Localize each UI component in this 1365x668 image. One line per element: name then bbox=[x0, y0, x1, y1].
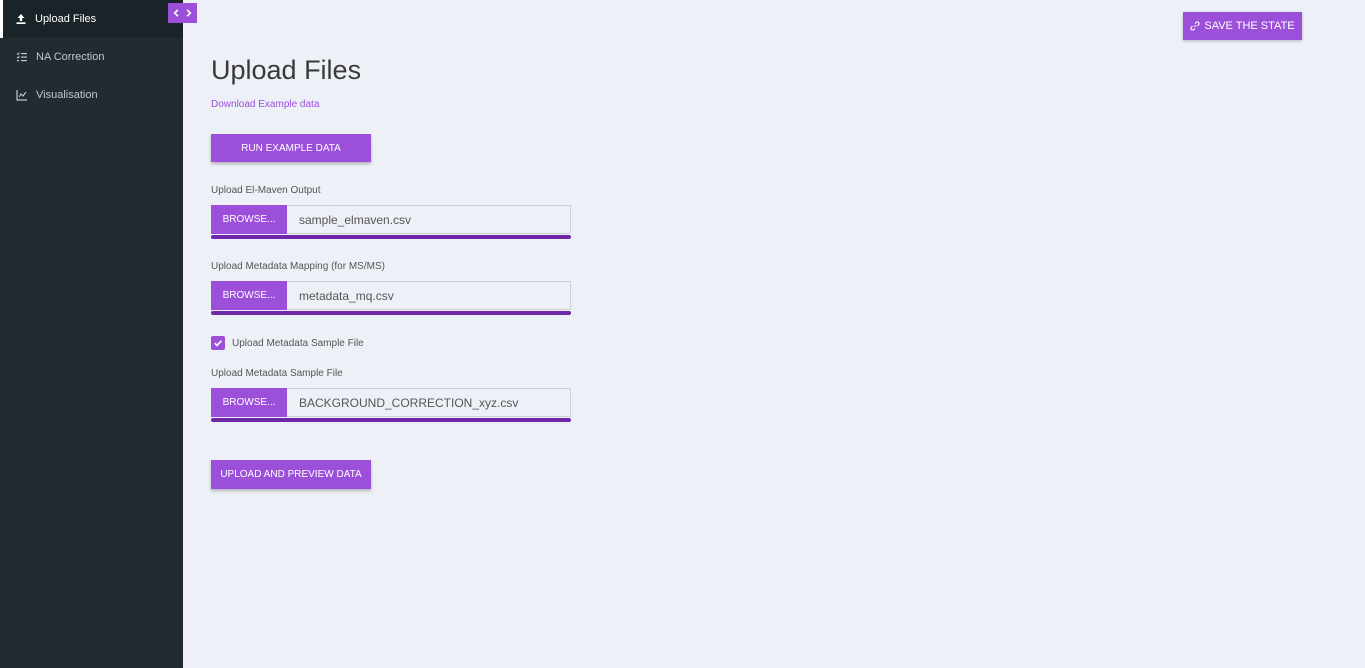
upload-icon bbox=[15, 13, 27, 25]
sidebar-item-label: NA Correction bbox=[36, 51, 105, 63]
download-example-link[interactable]: Download Example data bbox=[211, 99, 319, 110]
save-state-button[interactable]: SAVE THE STATE bbox=[1183, 12, 1302, 40]
chevron-left-icon bbox=[173, 9, 179, 17]
sidebar-item-label: Visualisation bbox=[36, 89, 98, 101]
metadata-mapping-file-input: BROWSE... metadata_mq.csv bbox=[211, 281, 571, 316]
file-name-field[interactable]: BACKGROUND_CORRECTION_xyz.csv bbox=[287, 388, 571, 417]
sidebar-item-visualisation[interactable]: Visualisation bbox=[0, 76, 183, 114]
sidebar-item-na-correction[interactable]: NA Correction bbox=[0, 38, 183, 76]
elmaven-upload-label: Upload El-Maven Output bbox=[211, 185, 321, 196]
metadata-sample-checkbox[interactable] bbox=[211, 336, 225, 350]
main-content: SAVE THE STATE Upload Files Download Exa… bbox=[183, 0, 1365, 668]
upload-progress-bar bbox=[211, 311, 571, 315]
file-name-field[interactable]: sample_elmaven.csv bbox=[287, 205, 571, 234]
upload-progress-bar bbox=[211, 235, 571, 239]
run-example-button[interactable]: RUN EXAMPLE DATA bbox=[211, 134, 371, 162]
save-state-label: SAVE THE STATE bbox=[1204, 20, 1295, 32]
check-icon bbox=[214, 340, 223, 347]
metadata-mapping-label: Upload Metadata Mapping (for MS/MS) bbox=[211, 261, 385, 272]
list-check-icon bbox=[16, 51, 28, 63]
upload-preview-button[interactable]: UPLOAD AND PREVIEW DATA bbox=[211, 460, 371, 489]
link-icon bbox=[1190, 21, 1200, 31]
metadata-sample-file-input: BROWSE... BACKGROUND_CORRECTION_xyz.csv bbox=[211, 388, 571, 423]
upload-progress-bar bbox=[211, 418, 571, 422]
sidebar-item-label: Upload Files bbox=[35, 13, 97, 25]
sidebar-item-upload-files[interactable]: Upload Files bbox=[0, 0, 183, 38]
browse-button[interactable]: BROWSE... bbox=[211, 205, 287, 234]
elmaven-file-input: BROWSE... sample_elmaven.csv bbox=[211, 205, 571, 240]
file-name-field[interactable]: metadata_mq.csv bbox=[287, 281, 571, 310]
browse-button[interactable]: BROWSE... bbox=[211, 281, 287, 310]
metadata-sample-checkbox-row: Upload Metadata Sample File bbox=[211, 336, 364, 350]
sidebar: Upload Files NA Correction Visualisation bbox=[0, 0, 183, 668]
browse-button[interactable]: BROWSE... bbox=[211, 388, 287, 417]
metadata-sample-label: Upload Metadata Sample File bbox=[211, 368, 343, 379]
checkbox-label: Upload Metadata Sample File bbox=[232, 337, 364, 349]
chart-icon bbox=[16, 89, 28, 101]
page-title: Upload Files bbox=[211, 55, 362, 85]
